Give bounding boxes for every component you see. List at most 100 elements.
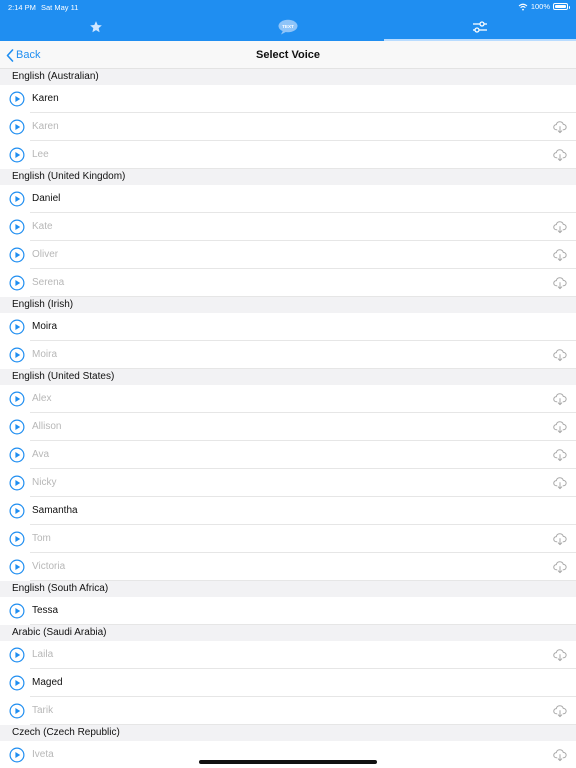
row-divider [30, 580, 576, 581]
voice-name: Allison [32, 421, 62, 432]
status-time: 2:14 PM [8, 3, 36, 12]
play-icon[interactable] [9, 119, 25, 135]
status-date: Sat May 11 [41, 3, 79, 12]
voice-name: Karen [32, 121, 59, 132]
voice-name: Victoria [32, 561, 66, 572]
voice-name: Iveta [32, 749, 54, 760]
voice-name: Tessa [32, 605, 59, 616]
voice-name: Alex [32, 393, 52, 404]
status-bar: 2:14 PM Sat May 11 100% [0, 0, 576, 13]
voice-name: Maged [32, 677, 63, 688]
voice-row[interactable]: Samantha [0, 497, 576, 525]
cloud-download-icon[interactable] [553, 476, 567, 490]
page-title: Select Voice [256, 49, 320, 61]
play-icon[interactable] [9, 531, 25, 547]
voice-row[interactable]: Ava [0, 441, 576, 469]
voice-row[interactable]: Moira [0, 313, 576, 341]
play-icon[interactable] [9, 603, 25, 619]
tab-settings[interactable] [384, 13, 576, 41]
play-icon[interactable] [9, 347, 25, 363]
voice-name: Ava [32, 449, 50, 460]
voice-row[interactable]: Daniel [0, 185, 576, 213]
speech-bubble-icon: TEXT [278, 19, 298, 35]
voice-row[interactable]: Karen [0, 113, 576, 141]
voice-row[interactable]: Maged [0, 669, 576, 697]
voice-name: Tarik [32, 705, 54, 716]
play-icon[interactable] [9, 703, 25, 719]
voice-name: Moira [32, 321, 58, 332]
voice-row[interactable]: Moira [0, 341, 576, 369]
voice-row[interactable]: Lee [0, 141, 576, 169]
cloud-download-icon[interactable] [553, 348, 567, 362]
play-icon[interactable] [9, 559, 25, 575]
voice-row[interactable]: Alex [0, 385, 576, 413]
voice-name: Nicky [32, 477, 57, 488]
play-icon[interactable] [9, 475, 25, 491]
play-icon[interactable] [9, 675, 25, 691]
voice-name: Samantha [32, 505, 78, 516]
section-header: English (South Africa) [0, 581, 576, 597]
voice-row[interactable]: Allison [0, 413, 576, 441]
play-icon[interactable] [9, 247, 25, 263]
cloud-download-icon[interactable] [553, 276, 567, 290]
tab-text-badge: TEXT [282, 24, 294, 29]
voice-row[interactable]: Serena [0, 269, 576, 297]
battery-icon [553, 3, 570, 10]
play-icon[interactable] [9, 447, 25, 463]
cloud-download-icon[interactable] [553, 120, 567, 134]
play-icon[interactable] [9, 647, 25, 663]
top-bar: 2:14 PM Sat May 11 100% TEXT [0, 0, 576, 41]
voice-name: Laila [32, 649, 54, 660]
wifi-icon [518, 3, 528, 10]
cloud-download-icon[interactable] [553, 560, 567, 574]
voice-name: Oliver [32, 249, 59, 260]
voice-row[interactable]: Tom [0, 525, 576, 553]
voice-name: Moira [32, 349, 58, 360]
section-header: English (United States) [0, 369, 576, 385]
cloud-download-icon[interactable] [553, 448, 567, 462]
voice-name: Karen [32, 93, 59, 104]
star-icon [90, 21, 102, 33]
section-header: Czech (Czech Republic) [0, 725, 576, 741]
play-icon[interactable] [9, 419, 25, 435]
row-divider [30, 624, 576, 625]
cloud-download-icon[interactable] [553, 532, 567, 546]
row-divider [30, 724, 576, 725]
cloud-download-icon[interactable] [553, 648, 567, 662]
play-icon[interactable] [9, 747, 25, 763]
tab-text[interactable]: TEXT [192, 13, 384, 41]
play-icon[interactable] [9, 147, 25, 163]
row-divider [30, 368, 576, 369]
cloud-download-icon[interactable] [553, 148, 567, 162]
voice-row[interactable]: Karen [0, 85, 576, 113]
voice-row[interactable]: Victoria [0, 553, 576, 581]
cloud-download-icon[interactable] [553, 420, 567, 434]
cloud-download-icon[interactable] [553, 220, 567, 234]
play-icon[interactable] [9, 191, 25, 207]
tab-favorites[interactable] [0, 13, 192, 41]
play-icon[interactable] [9, 91, 25, 107]
voice-list: English (Australian) Karen Karen Lee English… [0, 69, 576, 768]
cloud-download-icon[interactable] [553, 704, 567, 718]
voice-name: Daniel [32, 193, 61, 204]
voice-row[interactable]: Nicky [0, 469, 576, 497]
play-icon[interactable] [9, 219, 25, 235]
voice-row[interactable]: Tessa [0, 597, 576, 625]
voice-row[interactable]: Kate [0, 213, 576, 241]
play-icon[interactable] [9, 503, 25, 519]
voice-name: Kate [32, 221, 53, 232]
play-icon[interactable] [9, 391, 25, 407]
section-header: English (United Kingdom) [0, 169, 576, 185]
play-icon[interactable] [9, 275, 25, 291]
cloud-download-icon[interactable] [553, 248, 567, 262]
voice-row[interactable]: Laila [0, 641, 576, 669]
voice-row[interactable]: Oliver [0, 241, 576, 269]
play-icon[interactable] [9, 319, 25, 335]
row-divider [30, 296, 576, 297]
cloud-download-icon[interactable] [553, 748, 567, 762]
voice-name: Lee [32, 149, 49, 160]
row-divider [30, 168, 576, 169]
voice-row[interactable]: Tarik [0, 697, 576, 725]
section-header: English (Irish) [0, 297, 576, 313]
cloud-download-icon[interactable] [553, 392, 567, 406]
